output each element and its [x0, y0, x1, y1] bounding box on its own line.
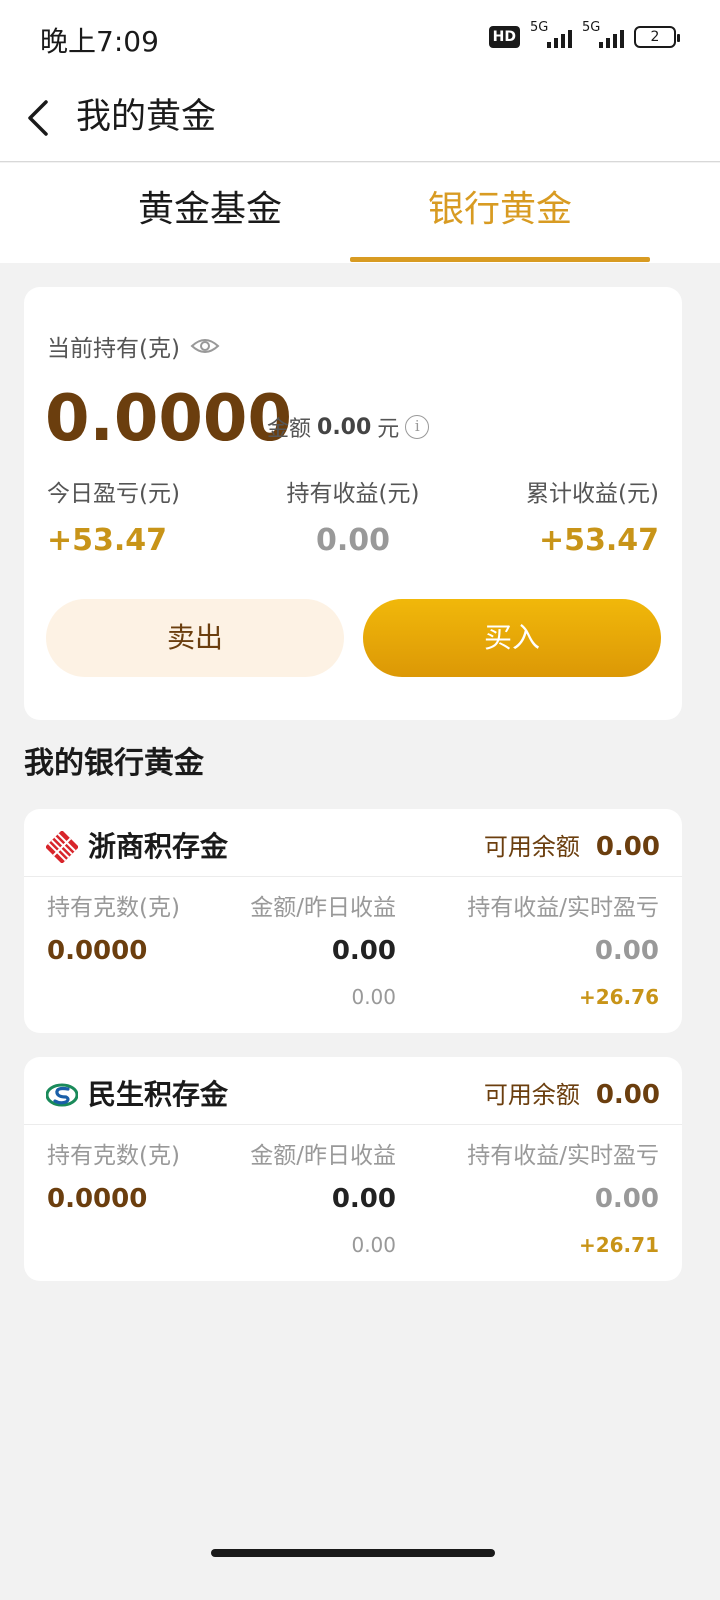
col-grams-label: 持有克数(克) — [47, 1143, 180, 1169]
amount-value: 0.00 — [331, 936, 396, 966]
stat-today-label: 今日盈亏(元) — [47, 481, 180, 507]
back-button[interactable] — [22, 96, 62, 140]
hold-profit-value: 0.00 — [594, 936, 659, 966]
czbank-logo-icon — [46, 831, 78, 863]
realtime-profit-value: +26.76 — [578, 985, 659, 1009]
hold-label-row: 当前持有(克) — [47, 329, 220, 363]
amount-value: 0.00 — [317, 414, 372, 440]
col-grams-label: 持有克数(克) — [47, 895, 180, 921]
stat-today-value: +53.47 — [47, 523, 168, 558]
sell-button[interactable]: 卖出 — [46, 599, 344, 677]
available-value: 0.00 — [595, 832, 660, 862]
nav-bar: 我的黄金 — [0, 78, 720, 162]
status-bar: 晚上7:09 HD 5G 5G 2 — [0, 0, 720, 78]
amount-prefix: 金额 — [267, 417, 312, 442]
amount-line: 金额 0.00 元 i — [267, 411, 430, 443]
stat-hold-label: 持有收益(元) — [286, 481, 420, 507]
yesterday-profit-value: 0.00 — [351, 985, 396, 1009]
yesterday-profit-value: 0.00 — [351, 1233, 396, 1257]
stat-total-value: +53.47 — [538, 523, 659, 558]
hold-profit-value: 0.00 — [594, 1184, 659, 1214]
bank-card-czbank[interactable]: 浙商积存金 可用余额 0.00 持有克数(克) 金额/昨日收益 持有收益/实时盈… — [24, 809, 682, 1033]
available-balance: 可用余额 0.00 — [484, 1075, 660, 1115]
chevron-left-icon — [28, 100, 48, 136]
stat-total-label: 累计收益(元) — [526, 481, 659, 507]
tab-bar: 黄金基金 银行黄金 — [0, 163, 720, 263]
stat-hold-value: 0.00 — [315, 523, 391, 558]
col-amount-label: 金额/昨日收益 — [250, 895, 396, 921]
home-indicator[interactable] — [211, 1549, 495, 1557]
hd-icon: HD — [488, 26, 520, 48]
eye-icon[interactable] — [190, 336, 220, 356]
col-amount-label: 金额/昨日收益 — [250, 1143, 396, 1169]
stat-today: 今日盈亏(元) +53.47 — [47, 479, 180, 559]
bank-card-header: 浙商积存金 可用余额 0.00 — [24, 809, 682, 877]
amount-value: 0.00 — [331, 1184, 396, 1214]
bank-name: 民生积存金 — [88, 1078, 229, 1111]
stat-hold: 持有收益(元) 0.00 — [285, 479, 421, 559]
hold-label: 当前持有(克) — [47, 336, 180, 362]
bank-card-header: 民生积存金 可用余额 0.00 — [24, 1057, 682, 1125]
available-value: 0.00 — [595, 1080, 660, 1110]
available-balance: 可用余额 0.00 — [484, 827, 660, 867]
signal-icon-sim2: 5G — [582, 20, 624, 50]
battery-icon: 2 — [634, 26, 680, 48]
bank-name: 浙商积存金 — [88, 830, 229, 863]
info-icon[interactable]: i — [405, 415, 430, 439]
status-icons: HD 5G 5G 2 — [488, 20, 680, 52]
holding-summary-card: 当前持有(克) 0.0000 金额 0.00 元 i 今日盈亏(元) +53.4… — [24, 287, 682, 720]
page-title: 我的黄金 — [76, 97, 217, 137]
bank-card-cmbc[interactable]: 民生积存金 可用余额 0.00 持有克数(克) 金额/昨日收益 持有收益/实时盈… — [24, 1057, 682, 1281]
section-title: 我的银行黄金 — [24, 746, 204, 781]
status-time: 晚上7:09 — [40, 25, 159, 58]
holding-grams: 0.0000 — [45, 382, 292, 456]
available-label: 可用余额 — [483, 1081, 580, 1109]
amount-unit: 元 — [377, 417, 400, 442]
grams-value: 0.0000 — [47, 936, 148, 966]
tab-bank-gold[interactable]: 银行黄金 — [350, 185, 650, 235]
grams-value: 0.0000 — [47, 1184, 148, 1214]
col-profit-label: 持有收益/实时盈亏 — [467, 1143, 659, 1169]
buy-button[interactable]: 买入 — [363, 599, 661, 677]
tab-gold-fund[interactable]: 黄金基金 — [60, 185, 360, 235]
network-type-label: 5G — [582, 20, 601, 35]
available-label: 可用余额 — [483, 833, 580, 861]
cmbc-logo-icon — [46, 1083, 78, 1107]
realtime-profit-value: +26.71 — [578, 1233, 659, 1257]
col-profit-label: 持有收益/实时盈亏 — [467, 895, 659, 921]
stat-total: 累计收益(元) +53.47 — [526, 479, 659, 559]
active-tab-indicator — [350, 257, 650, 262]
signal-icon-sim1: 5G — [530, 20, 572, 50]
network-type-label: 5G — [530, 20, 549, 35]
